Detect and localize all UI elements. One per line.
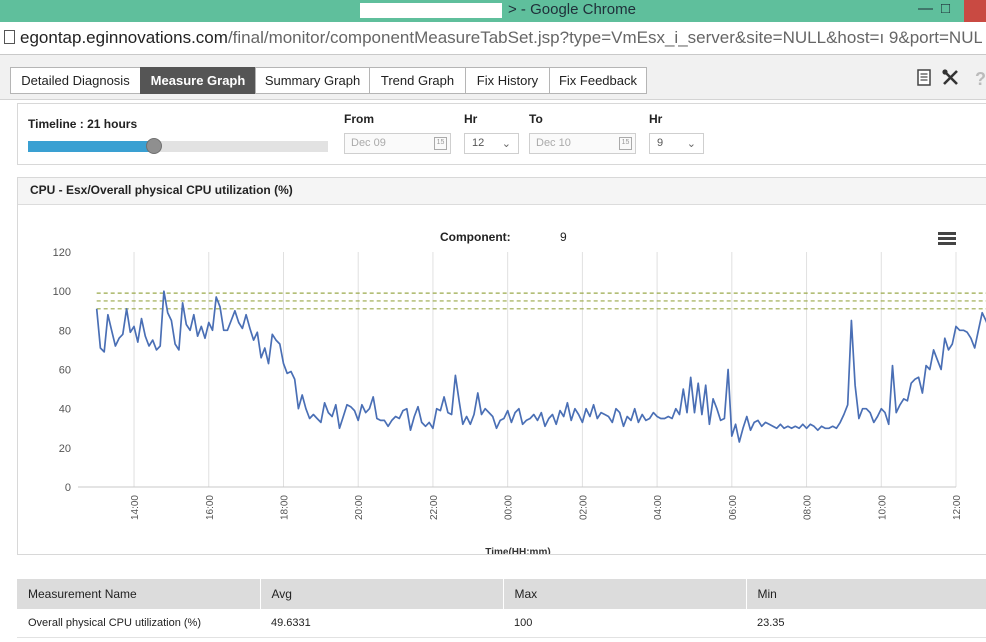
x-tick-label: 02:00 [578, 495, 589, 520]
y-tick-label: 120 [53, 247, 71, 259]
to-hour-select[interactable]: 9 ⌄ [649, 133, 704, 154]
x-tick-label: 22:00 [429, 495, 440, 520]
minimize-icon[interactable]: — [918, 0, 933, 18]
document-icon[interactable] [917, 69, 931, 90]
timeline-label: Timeline : 21 hours [28, 117, 138, 131]
timeline-panel: Timeline : 21 hours From Dec 09 15 Hr 12… [17, 103, 986, 165]
browser-title-bar: > - Google Chrome — □ [0, 0, 986, 22]
close-window-button[interactable] [964, 0, 986, 22]
chart-menu-icon[interactable] [938, 232, 956, 245]
url-path: /final/monitor/componentMeasureTabSet.js… [227, 28, 982, 47]
to-hr-label: Hr [649, 112, 663, 126]
maximize-icon[interactable]: □ [941, 0, 950, 18]
from-hour-value: 12 [472, 137, 485, 149]
calendar-icon[interactable]: 15 [619, 137, 632, 150]
x-tick-label: 10:00 [877, 495, 888, 520]
cell-min: 23.35 [746, 609, 986, 638]
tab-detailed-diagnosis[interactable]: Detailed Diagnosis [10, 67, 141, 94]
y-tick-label: 80 [59, 325, 71, 337]
x-tick-label: 18:00 [279, 495, 290, 520]
y-tick-label: 0 [65, 482, 71, 494]
to-date-value: Dec 10 [536, 137, 571, 149]
x-tick-label: 20:00 [354, 495, 365, 520]
title-redacted-area [360, 3, 502, 18]
header-measurement-name[interactable]: Measurement Name [17, 579, 261, 609]
tab-trend-graph[interactable]: Trend Graph [369, 67, 466, 94]
chevron-down-icon: ⌄ [686, 138, 696, 150]
from-hr-label: Hr [464, 112, 478, 126]
tab-strip: Detailed Diagnosis Measure Graph Summary… [0, 55, 986, 100]
y-tick-label: 100 [53, 286, 71, 298]
help-icon[interactable]: ? [975, 69, 986, 89]
y-tick-label: 60 [59, 365, 71, 377]
to-date-input[interactable]: Dec 10 15 [529, 133, 636, 154]
x-tick-label: 12:00 [952, 495, 963, 520]
url-text[interactable]: egontap.eginnovations.com/final/monitor/… [20, 27, 982, 49]
timeline-slider-handle[interactable] [146, 138, 162, 154]
tab-fix-history[interactable]: Fix History [465, 67, 550, 94]
chart-panel: CPU - Esx/Overall physical CPU utilizati… [17, 177, 986, 555]
x-tick-label: 16:00 [205, 495, 216, 520]
header-min[interactable]: Min [746, 579, 986, 609]
x-axis-title: Time(HH:mm) [485, 547, 550, 555]
chart-panel-header: CPU - Esx/Overall physical CPU utilizati… [18, 178, 986, 205]
timeline-slider-fill [28, 141, 154, 152]
tab-fix-feedback[interactable]: Fix Feedback [549, 67, 647, 94]
y-tick-label: 20 [59, 443, 71, 455]
x-tick-label: 06:00 [728, 495, 739, 520]
timeline-slider[interactable] [28, 138, 328, 154]
from-hour-select[interactable]: 12 ⌄ [464, 133, 519, 154]
cpu-line-chart: Component: 9 0 20 40 60 80 100 120 14:00 16:00 1… [53, 230, 986, 555]
from-label: From [344, 112, 374, 126]
y-tick-label: 40 [59, 404, 71, 416]
browser-window-title: > - Google Chrome [508, 1, 636, 18]
x-tick-label: 04:00 [653, 495, 664, 520]
chevron-down-icon: ⌄ [501, 138, 511, 150]
x-tick-label: 00:00 [504, 495, 515, 520]
from-date-input[interactable]: Dec 09 15 [344, 133, 451, 154]
table-row: Overall physical CPU utilization (%) 49.… [17, 609, 986, 638]
calendar-icon[interactable]: 15 [434, 137, 447, 150]
chart-subtitle-value: 9 [560, 230, 567, 244]
header-avg[interactable]: Avg [260, 579, 504, 609]
x-tick-label: 08:00 [803, 495, 814, 520]
page-icon [4, 30, 15, 44]
header-max[interactable]: Max [503, 579, 747, 609]
to-hour-value: 9 [657, 137, 664, 149]
measurement-table: Measurement Name Avg Max Min Overall phy… [17, 579, 986, 638]
to-label: To [529, 112, 543, 126]
table-header-row: Measurement Name Avg Max Min [17, 579, 986, 609]
address-bar[interactable]: egontap.eginnovations.com/final/monitor/… [0, 22, 986, 55]
cell-max: 100 [503, 609, 746, 638]
tab-summary-graph[interactable]: Summary Graph [255, 67, 370, 94]
x-tick-label: 14:00 [130, 495, 141, 520]
from-date-value: Dec 09 [351, 137, 386, 149]
cpu-utilization-series-line[interactable] [95, 290, 986, 443]
tools-icon[interactable] [942, 69, 959, 90]
url-host: egontap.eginnovations.com [20, 28, 228, 47]
chart-subtitle-label: Component: [440, 230, 511, 244]
chart-panel-title: CPU - Esx/Overall physical CPU utilizati… [30, 183, 293, 197]
cell-avg: 49.6331 [260, 609, 503, 638]
cell-measurement-name: Overall physical CPU utilization (%) [17, 609, 260, 638]
tab-measure-graph[interactable]: Measure Graph [140, 67, 256, 94]
